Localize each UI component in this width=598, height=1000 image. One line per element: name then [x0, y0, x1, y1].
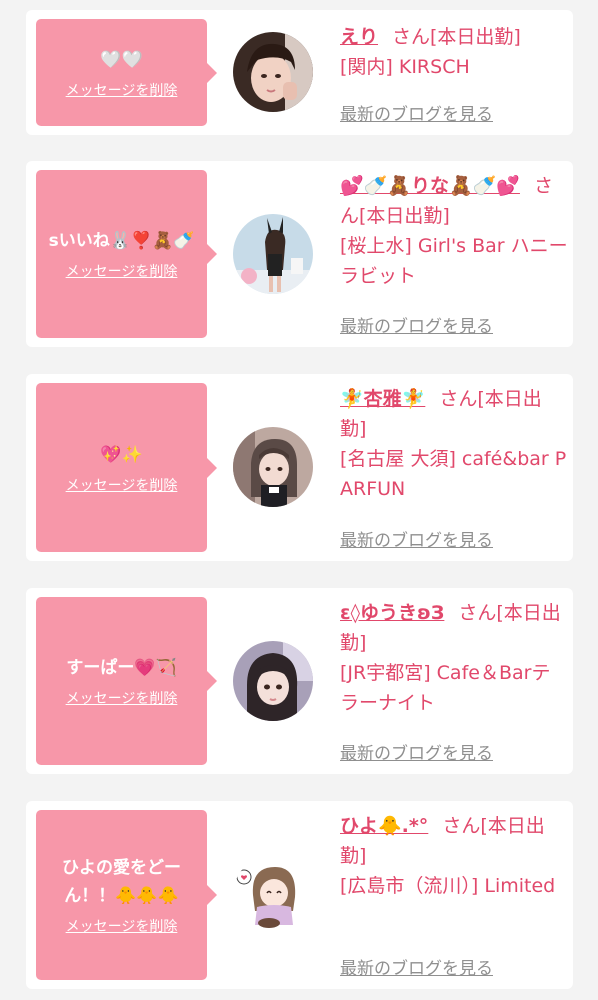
- cast-name-link[interactable]: 💕🍼🧸りな🧸🍼💕: [340, 175, 520, 197]
- latest-blog-link[interactable]: 最新のブログを見る: [340, 100, 493, 125]
- latest-blog-link[interactable]: 最新のブログを見る: [340, 312, 493, 337]
- message-card: 🤍🤍 メッセージを削除 えり さん[本日出勤] [関内] KIRSCH 最新のブロ…: [26, 10, 573, 135]
- message-bubble: すーぱー💗🏹 メッセージを削除: [36, 597, 217, 765]
- message-card: 💖✨ メッセージを削除 🧚杏雅🧚 さん[本日出勤] [名古屋 大須] café&b…: [26, 374, 573, 561]
- message-bubble: 💖✨ メッセージを削除: [36, 383, 217, 552]
- cast-photo: [233, 641, 313, 721]
- message-text: sいいね🐰❣️🧸🍼: [48, 231, 195, 251]
- delete-message-link[interactable]: メッセージを削除: [66, 261, 178, 281]
- avatar[interactable]: [233, 855, 313, 935]
- delete-message-link[interactable]: メッセージを削除: [66, 916, 178, 936]
- shop-name: [関内] KIRSCH: [340, 56, 470, 78]
- latest-blog-link[interactable]: 最新のブログを見る: [340, 739, 493, 764]
- delete-message-link[interactable]: メッセージを削除: [66, 688, 178, 708]
- message-text: 🤍🤍: [100, 49, 143, 70]
- message-card: すーぱー💗🏹 メッセージを削除 ɛ◊ゆうきʚЗ さん[本日出勤] [JR宇都宮] …: [26, 588, 573, 774]
- cast-photo: [233, 32, 313, 112]
- message-text: 💖✨: [100, 444, 143, 465]
- shop-name: [桜上水] Girl's Bar ハニーラビット: [340, 235, 568, 287]
- cast-photo: [233, 427, 313, 507]
- cast-name-link[interactable]: 🧚杏雅🧚: [340, 388, 425, 410]
- avatar[interactable]: [233, 32, 313, 112]
- message-bubble: 🤍🤍 メッセージを削除: [36, 19, 217, 126]
- shop-name: [広島市（流川）] Limited: [340, 875, 556, 897]
- latest-blog-link[interactable]: 最新のブログを見る: [340, 954, 493, 979]
- shop-name: [名古屋 大須] café&bar PARFUN: [340, 448, 567, 500]
- message-bubble: ひよの愛をどーん！！🐥🐥🐥 メッセージを削除: [36, 810, 217, 980]
- avatar[interactable]: [233, 641, 313, 721]
- message-list: 🤍🤍 メッセージを削除 えり さん[本日出勤] [関内] KIRSCH 最新のブロ…: [0, 0, 598, 1000]
- cast-photo: [233, 214, 313, 294]
- cast-illustration: [233, 855, 313, 935]
- message-text: すーぱー💗🏹: [66, 658, 177, 678]
- avatar[interactable]: [233, 214, 313, 294]
- delete-message-link[interactable]: メッセージを削除: [66, 80, 178, 100]
- message-text: ひよの愛をどーん！！🐥🐥🐥: [62, 858, 181, 906]
- delete-message-link[interactable]: メッセージを削除: [66, 475, 178, 495]
- cast-info: 🧚杏雅🧚 さん[本日出勤] [名古屋 大須] café&bar PARFUN: [340, 384, 568, 504]
- shop-name: [JR宇都宮] Cafe＆Barテラーナイト: [340, 662, 551, 714]
- cast-info: 💕🍼🧸りな🧸🍼💕 さん[本日出勤] [桜上水] Girl's Bar ハニーラビッ…: [340, 171, 568, 291]
- cast-info: ひよ🐥.*° さん[本日出勤] [広島市（流川）] Limited: [340, 811, 568, 901]
- cast-name-link[interactable]: ひよ🐥.*°: [340, 815, 428, 837]
- message-bubble: sいいね🐰❣️🧸🍼 メッセージを削除: [36, 170, 217, 338]
- cast-status: さん[本日出勤]: [392, 26, 521, 48]
- cast-info: えり さん[本日出勤] [関内] KIRSCH: [340, 22, 568, 82]
- cast-info: ɛ◊ゆうきʚЗ さん[本日出勤] [JR宇都宮] Cafe＆Barテラーナイト: [340, 598, 568, 718]
- message-card: ひよの愛をどーん！！🐥🐥🐥 メッセージを削除 ひよ🐥.*° さん[本日出勤] [広…: [26, 801, 573, 989]
- cast-name-link[interactable]: えり: [340, 26, 378, 48]
- latest-blog-link[interactable]: 最新のブログを見る: [340, 526, 493, 551]
- avatar[interactable]: [233, 427, 313, 507]
- message-card: sいいね🐰❣️🧸🍼 メッセージを削除 💕🍼🧸りな🧸🍼💕 さん[本日出勤] [桜上…: [26, 161, 573, 347]
- cast-name-link[interactable]: ɛ◊ゆうきʚЗ: [340, 602, 444, 624]
